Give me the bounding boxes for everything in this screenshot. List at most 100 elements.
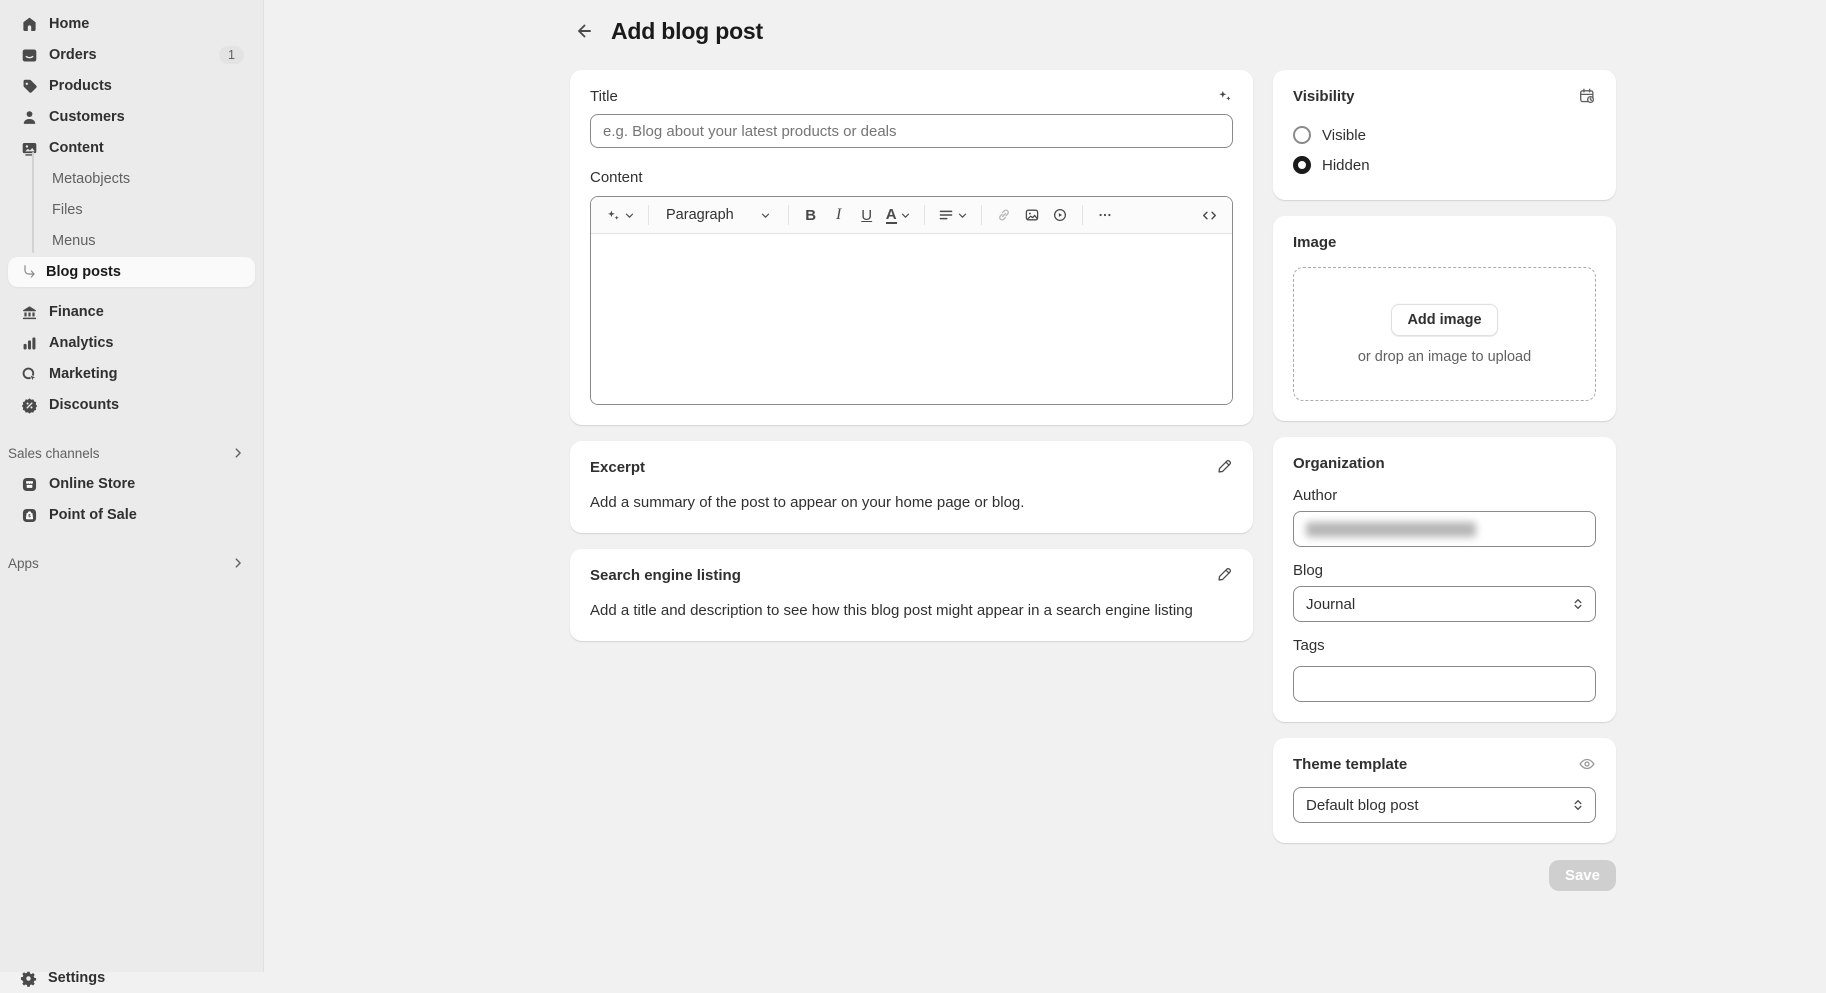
text-color-button[interactable]: A [882,201,915,229]
sidebar-item-label: Content [49,140,243,156]
chevron-down-icon [900,210,911,221]
sidebar-item-content[interactable]: Content [8,133,255,163]
app-window: Home Orders 1 Products Customers C [0,0,1826,972]
sidebar-item-metaobjects[interactable]: Metaobjects [8,164,255,194]
theme-template-value: Default blog post [1306,797,1419,814]
preview-template-button[interactable] [1576,753,1598,775]
chevron-right-icon [231,556,245,570]
visibility-card: Visibility Visible Hidden [1273,70,1616,200]
sidebar-item-marketing[interactable]: Marketing [8,359,255,389]
blog-field-group: Blog Journal [1293,561,1596,622]
redacted-author-value [1306,522,1476,537]
seo-title: Search engine listing [590,566,1233,586]
sidebar-item-orders[interactable]: Orders 1 [8,40,255,70]
sidebar-item-blog-posts[interactable]: Blog posts [8,257,255,287]
title-field-label: Title [590,87,1233,107]
section-label: Sales channels [8,446,100,461]
edit-seo-button[interactable] [1214,564,1235,585]
chevron-down-icon [760,210,771,221]
underline-button[interactable]: U [854,201,880,229]
sidebar-item-online-store[interactable]: Online Store [8,469,255,499]
schedule-visibility-button[interactable] [1576,85,1598,107]
back-button[interactable] [570,17,598,45]
tags-input[interactable] [1293,666,1596,702]
pencil-icon [1216,566,1233,583]
paragraph-style-dropdown[interactable]: Paragraph [658,201,779,229]
page-title: Add blog post [611,18,763,45]
image-dropzone[interactable]: Add image or drop an image to upload [1293,267,1596,401]
italic-button[interactable]: I [826,201,852,229]
sidebar-item-finance[interactable]: Finance [8,297,255,327]
sidebar-item-customers[interactable]: Customers [8,102,255,132]
home-icon [20,15,38,33]
sidebar-item-analytics[interactable]: Analytics [8,328,255,358]
editor-ai-button[interactable] [601,201,639,229]
sidebar-item-home[interactable]: Home [8,9,255,39]
sidebar-item-label: Orders [49,47,209,63]
sparkle-icon [1216,87,1233,104]
sidebar-section-sales-channels[interactable]: Sales channels [8,438,255,468]
visibility-option-visible[interactable]: Visible [1293,120,1596,150]
sidebar-item-label: Analytics [49,335,243,351]
organization-card: Organization Author Blog Journal [1273,437,1616,722]
theme-template-title: Theme template [1293,755,1596,775]
text-color-label: A [886,207,897,224]
alignment-button[interactable] [934,201,972,229]
marketing-target-icon [20,365,38,383]
author-input[interactable] [1293,511,1596,547]
title-input[interactable] [590,114,1233,148]
editor-content-area[interactable] [591,234,1232,404]
main-area: Add blog post Title [264,0,1826,972]
sidebar-item-label: Metaobjects [52,171,130,187]
image-card-title: Image [1293,233,1596,253]
sidebar-item-label: Online Store [49,476,243,492]
updown-chevron-icon [1571,798,1585,812]
sidebar-item-products[interactable]: Products [8,71,255,101]
search-engine-listing-card: Search engine listing Add a title and de… [570,549,1253,641]
sidebar-section-apps[interactable]: Apps [8,548,255,578]
save-button[interactable]: Save [1549,860,1616,891]
excerpt-title: Excerpt [590,458,1233,478]
blog-select-value: Journal [1306,596,1355,613]
insert-link-button[interactable] [991,201,1017,229]
nav-tree-line [32,152,34,253]
sidebar-item-point-of-sale[interactable]: Point of Sale [8,500,255,530]
sidebar-item-label: Home [49,16,243,32]
arrow-left-icon [574,21,594,41]
bold-button[interactable]: B [798,201,824,229]
sidebar-item-files[interactable]: Files [8,195,255,225]
updown-chevron-icon [1571,597,1585,611]
align-left-icon [938,207,954,223]
link-icon [996,207,1012,223]
author-field-group: Author [1293,486,1596,547]
content-field-label: Content [590,168,1233,188]
blog-label: Blog [1293,561,1596,581]
sidebar-item-settings[interactable]: Settings [8,963,255,993]
more-options-icon [1097,207,1113,223]
insert-video-button[interactable] [1047,201,1073,229]
image-card: Image Add image or drop an image to uplo… [1273,216,1616,421]
add-image-button[interactable]: Add image [1391,304,1497,336]
drop-hint-text: or drop an image to upload [1358,349,1531,365]
toolbar-divider [788,205,789,225]
blog-select[interactable]: Journal [1293,586,1596,622]
more-options-button[interactable] [1092,201,1118,229]
excerpt-description: Add a summary of the post to appear on y… [590,493,1233,513]
sidebar-item-label: Customers [49,109,243,125]
sidebar-item-discounts[interactable]: Discounts [8,390,255,420]
visibility-option-hidden[interactable]: Hidden [1293,150,1596,180]
sidebar-item-label: Products [49,78,243,94]
sidebar-item-label: Finance [49,304,243,320]
toolbar-divider [648,205,649,225]
point-of-sale-icon [20,506,38,524]
theme-template-select[interactable]: Default blog post [1293,787,1596,823]
edit-excerpt-button[interactable] [1214,456,1235,477]
image-icon [1024,207,1040,223]
ai-sparkle-button[interactable] [1214,85,1235,106]
show-html-button[interactable] [1196,201,1222,229]
chevron-down-icon [624,210,635,221]
toolbar-divider [1082,205,1083,225]
radio-unchecked [1293,126,1311,144]
sidebar-item-menus[interactable]: Menus [8,226,255,256]
insert-image-button[interactable] [1019,201,1045,229]
